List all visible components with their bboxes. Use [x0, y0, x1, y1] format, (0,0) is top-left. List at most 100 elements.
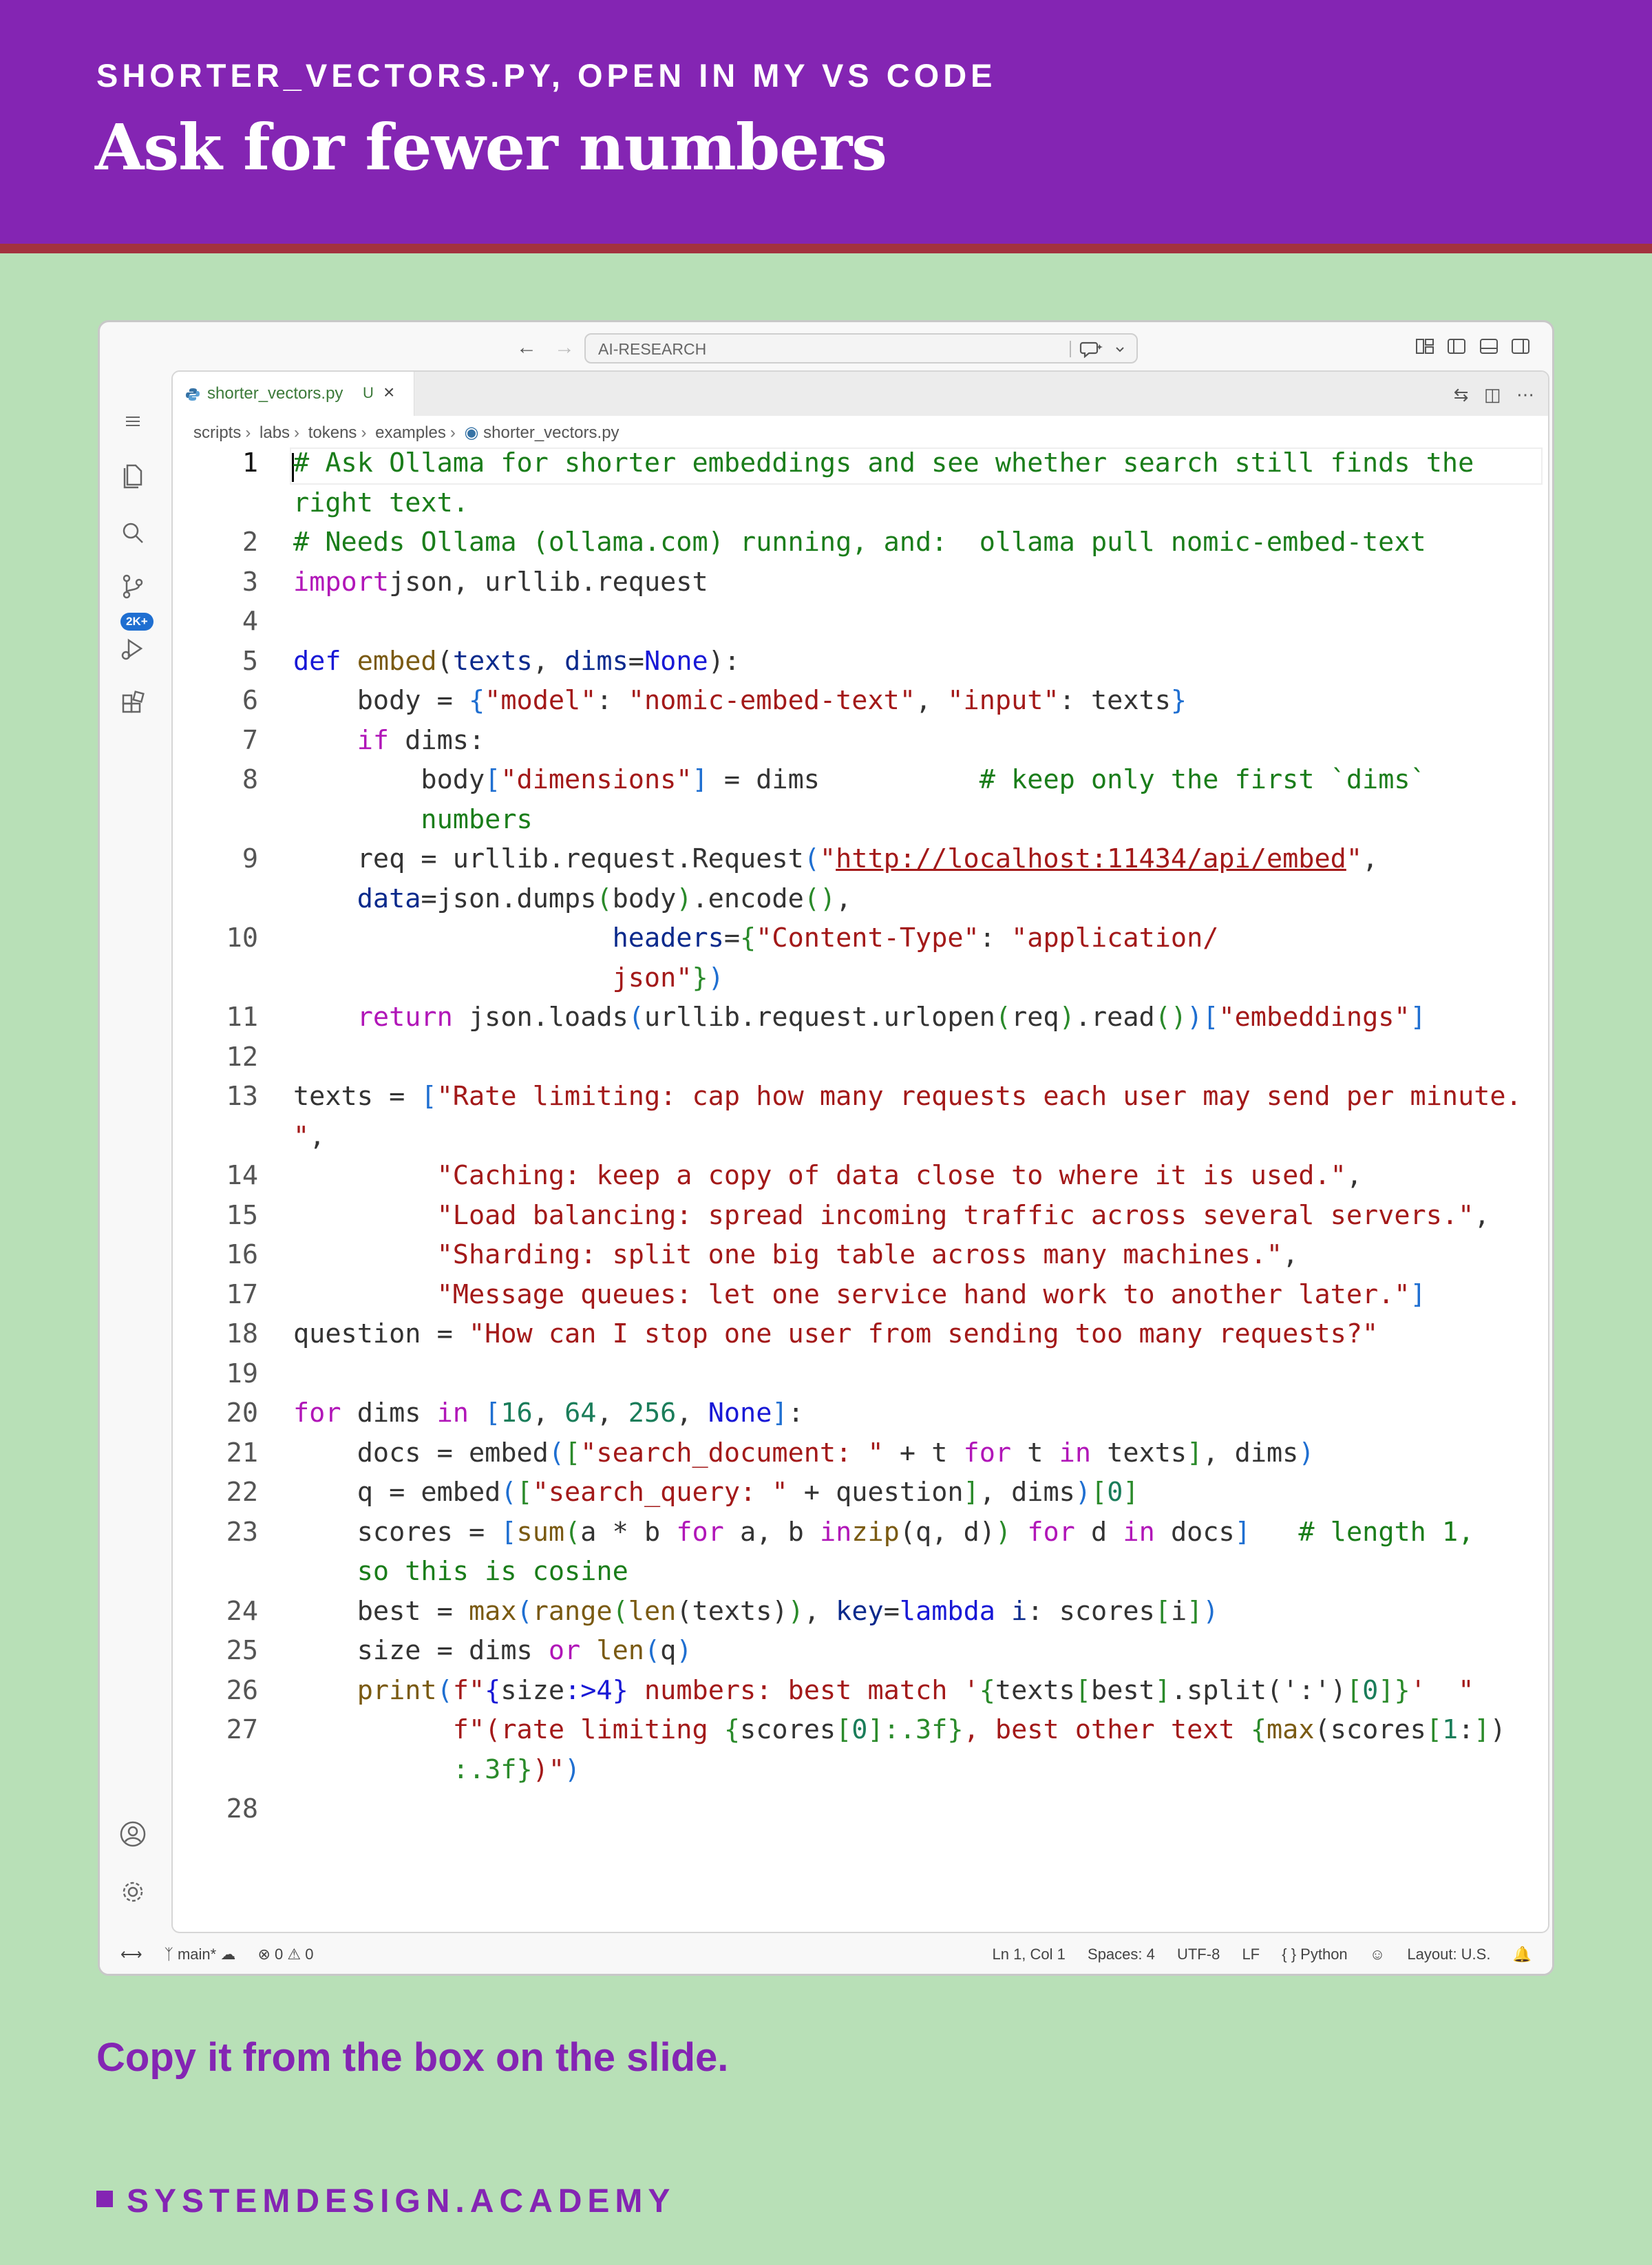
search-icon[interactable] [116, 516, 149, 549]
code-line[interactable]: 11 return json.loads(urllib.request.urlo… [173, 1002, 1548, 1042]
code-token: 0 [1107, 1477, 1123, 1508]
code-line[interactable]: 4 [173, 606, 1548, 646]
line-ending[interactable]: LF [1242, 1946, 1260, 1963]
bell-icon[interactable]: 🔔 [1513, 1946, 1532, 1963]
code-line[interactable]: 13 texts = ["Rate limiting: cap how many … [173, 1081, 1548, 1121]
cursor-position[interactable]: Ln 1, Col 1 [992, 1946, 1065, 1963]
code-line[interactable]: ", [173, 1121, 1548, 1161]
code-line[interactable]: right text. [173, 487, 1548, 527]
source-control-icon[interactable] [116, 570, 149, 603]
branch-indicator[interactable]: ᛉ main* ☁ [165, 1946, 236, 1963]
code-token: lambda [899, 1595, 995, 1627]
code-line[interactable]: 14 "Caching: keep a copy of data close t… [173, 1160, 1548, 1200]
gear-icon[interactable] [116, 1875, 149, 1908]
breadcrumb-item[interactable]: examples [375, 423, 446, 442]
line-number: 8 [242, 764, 258, 795]
code-line[interactable]: 20 for dims in [16, 64, 256, None]: [173, 1398, 1548, 1437]
menu-icon[interactable] [116, 405, 149, 438]
forward-arrow-icon[interactable]: → [554, 336, 575, 359]
code-line[interactable]: 7 if dims: [173, 725, 1548, 765]
toggle-sidebar-icon[interactable] [1446, 336, 1467, 357]
back-arrow-icon[interactable]: ← [516, 336, 537, 359]
code-token: , [1362, 843, 1379, 874]
breadcrumb-item[interactable]: labs [260, 423, 290, 442]
code-line[interactable]: so this is cosine [173, 1556, 1548, 1596]
code-token: ( [803, 843, 820, 874]
compare-changes-icon[interactable]: ⇆ [1454, 384, 1469, 405]
code-line[interactable]: 12 [173, 1042, 1548, 1082]
code-line[interactable]: 21 docs = embed(["search_document: " + t… [173, 1437, 1548, 1477]
more-icon[interactable]: ⋯ [1516, 384, 1534, 405]
extensions-icon[interactable] [116, 688, 149, 721]
code-line[interactable]: 1 # Ask Ollama for shorter embeddings and… [173, 447, 1548, 487]
code-token: + question [787, 1477, 964, 1508]
code-line[interactable]: 24 best = max(range(len(texts)), key=lam… [173, 1596, 1548, 1636]
chevron-down-icon[interactable] [1113, 343, 1127, 357]
code-line[interactable]: 18 question = "How can I stop one user fr… [173, 1318, 1548, 1358]
code-line[interactable]: 19 [173, 1358, 1548, 1398]
code-token: , [1474, 1199, 1490, 1231]
code-line[interactable]: :.3f})") [173, 1754, 1548, 1794]
code-token: len [628, 1595, 677, 1627]
code-line[interactable]: 10 headers={"Content-Type": "application… [173, 923, 1548, 962]
code-line[interactable]: numbers [173, 804, 1548, 844]
code-token: ( [500, 1477, 517, 1508]
code-text: texts = ["Rate limiting: cap how many re… [293, 1081, 1522, 1112]
encoding[interactable]: UTF-8 [1177, 1946, 1220, 1963]
code-line[interactable]: 26 print(f"{size:>4} numbers: best match… [173, 1675, 1548, 1715]
breadcrumb-item[interactable]: shorter_vectors.py [483, 423, 619, 442]
code-token: d [1074, 1516, 1123, 1548]
explorer-icon[interactable] [116, 459, 149, 492]
code-line[interactable]: 9 req = urllib.request.Request("http://l… [173, 843, 1548, 883]
code-token: ] [1378, 1674, 1395, 1706]
command-center[interactable]: AI-RESEARCH [584, 333, 1138, 364]
code-line[interactable]: 5 def embed(texts, dims=None): [173, 646, 1548, 686]
code-token: ') [1314, 1674, 1346, 1706]
code-token: ( [995, 1002, 1012, 1033]
copilot-icon[interactable]: ☺ [1370, 1946, 1385, 1963]
customize-layout-icon[interactable] [1415, 336, 1435, 357]
tab-shorter-vectors[interactable]: shorter_vectors.py U × [173, 372, 414, 416]
code-line[interactable]: 27 f"(rate limiting {scores[0]:.3f}, bes… [173, 1714, 1548, 1754]
code-line[interactable]: 6 body = {"model": "nomic-embed-text", "… [173, 685, 1548, 725]
code-text: # Needs Ollama (ollama.com) running, and… [293, 527, 1426, 558]
code-line[interactable]: 28 [173, 1793, 1548, 1833]
language-mode[interactable]: { } Python [1282, 1946, 1347, 1963]
breadcrumb-item[interactable]: tokens [308, 423, 357, 442]
code-line[interactable]: data=json.dumps(body).encode(), [173, 883, 1548, 923]
code-line[interactable]: 16 "Sharding: split one big table across… [173, 1239, 1548, 1279]
account-icon[interactable] [116, 1818, 149, 1851]
code-line[interactable]: 25 size = dims or len(q) [173, 1635, 1548, 1675]
line-number: 12 [226, 1041, 258, 1073]
code-line[interactable]: 22 q = embed(["search_query: " + questio… [173, 1477, 1548, 1517]
code-line[interactable]: 15 "Load balancing: spread incoming traf… [173, 1200, 1548, 1240]
code-text: if dims: [293, 725, 485, 756]
code-token: "nomic-embed-text" [628, 685, 916, 716]
close-icon[interactable]: × [383, 381, 394, 403]
brand-text: SYSTEMDESIGN.ACADEMY [127, 2183, 676, 2220]
code-line[interactable]: 17 "Message queues: let one service hand… [173, 1279, 1548, 1319]
code-token: ] [1410, 1278, 1426, 1310]
indentation[interactable]: Spaces: 4 [1088, 1946, 1155, 1963]
breadcrumb-item[interactable]: scripts [193, 423, 241, 442]
code-line[interactable]: 2 # Needs Ollama (ollama.com) running, an… [173, 527, 1548, 567]
split-editor-icon[interactable]: ◫ [1484, 384, 1501, 405]
run-debug-icon[interactable] [116, 632, 149, 665]
code-line[interactable]: 23 scores = [sum(a * b for a, b inzip(q,… [173, 1517, 1548, 1557]
chat-icon[interactable] [1079, 340, 1105, 358]
keyboard-layout[interactable]: Layout: U.S. [1407, 1946, 1490, 1963]
toggle-secondary-sidebar-icon[interactable] [1510, 336, 1531, 357]
code-token: scores [740, 1714, 836, 1745]
code-line[interactable]: 8 body["dimensions"] = dims # keep only … [173, 764, 1548, 804]
code-line[interactable]: json"}) [173, 962, 1548, 1002]
header-rule [0, 244, 1652, 253]
workspace-name: AI-RESEARCH [598, 340, 707, 358]
remote-icon[interactable]: ⟷ [120, 1946, 142, 1963]
problems-indicator[interactable]: ⊗ 0 ⚠ 0 [257, 1946, 313, 1963]
code-text: numbers [293, 804, 532, 835]
toggle-panel-icon[interactable] [1479, 336, 1499, 357]
code-line[interactable]: 3 importjson, urllib.request [173, 567, 1548, 607]
code-token: "search_document: " [580, 1437, 884, 1468]
code-token: q = embed [293, 1477, 501, 1508]
